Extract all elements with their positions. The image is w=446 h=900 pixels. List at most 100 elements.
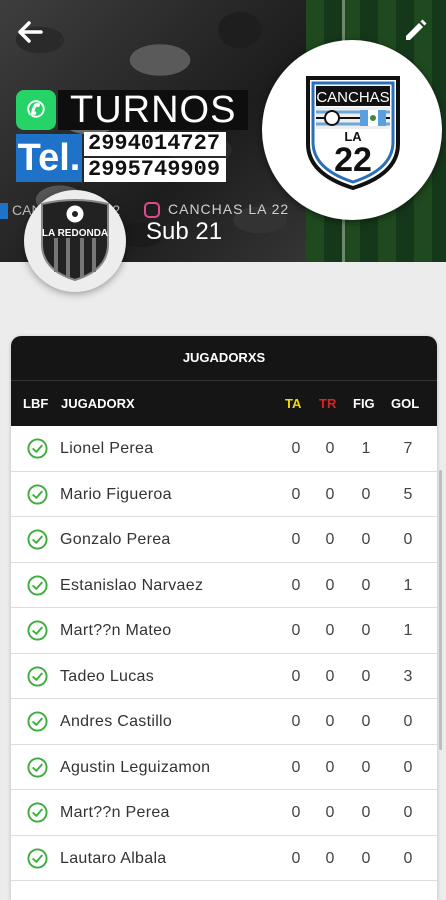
scrollbar[interactable] [439, 470, 442, 750]
shield-number: 22 [334, 141, 372, 179]
check-circle-icon [27, 665, 48, 687]
check-circle-icon [27, 756, 48, 778]
table-title: JUGADORXS [11, 336, 437, 380]
back-button[interactable] [16, 18, 46, 48]
table-row[interactable]: Agustin Leguizamon 0 0 0 0 [11, 744, 437, 790]
yellow-cards-value: 0 [291, 758, 301, 776]
yellow-cards-value: 0 [291, 440, 301, 457]
goals-value: 0 [403, 531, 413, 548]
check-circle-icon [27, 529, 48, 550]
table-row[interactable]: Tadeo Lucas 0 0 0 3 [11, 653, 437, 699]
check-circle-icon [27, 711, 48, 732]
yellow-cards-value: 0 [291, 576, 301, 594]
figure-value: 1 [361, 440, 371, 457]
column-lbf: LBF [23, 396, 49, 411]
goals-value: 1 [403, 622, 413, 639]
column-tr: TR [319, 396, 337, 411]
yellow-cards-value: 0 [291, 667, 301, 685]
goals-value: 3 [403, 667, 413, 685]
player-name: Mart??n Perea [60, 804, 170, 821]
red-cards-value: 0 [325, 485, 335, 503]
canchas-shield-icon: CANCHAS LA 22 [306, 76, 400, 191]
table-row[interactable]: Mario Figueroa 0 0 0 5 [11, 471, 437, 517]
player-rows: Lionel Perea 0 0 1 7 Mario Figueroa 0 0 0 5 Gonzal… [11, 426, 437, 881]
goals-value: 0 [403, 849, 413, 867]
shield-top-text: CANCHAS [316, 89, 389, 106]
red-cards-value: 0 [325, 622, 335, 639]
check-circle-icon [27, 620, 48, 641]
player-name: Lionel Perea [60, 440, 154, 457]
player-name: Estanislao Narvaez [60, 576, 204, 594]
la-redonda-crest-icon [41, 199, 109, 282]
instagram-icon [144, 202, 160, 218]
yellow-cards-value: 0 [291, 622, 301, 639]
table-row[interactable]: Mart??n Mateo 0 0 0 1 [11, 608, 437, 654]
red-cards-value: 0 [325, 713, 335, 730]
arrow-left-icon [18, 21, 43, 43]
figure-value: 0 [361, 713, 371, 730]
table-header-row: LBF JUGADORX TA TR FIG GOL [11, 380, 437, 426]
table-row[interactable]: Lautaro Albala 0 0 0 0 [11, 835, 437, 881]
goals-value: 0 [403, 713, 413, 730]
yellow-cards-value: 0 [291, 713, 301, 730]
column-fig: FIG [353, 396, 375, 411]
check-circle-icon [27, 438, 48, 459]
figure-value: 0 [361, 576, 371, 594]
column-player: JUGADORX [61, 396, 135, 411]
edit-button[interactable] [400, 18, 430, 48]
goals-value: 1 [403, 576, 413, 594]
red-cards-value: 0 [325, 849, 335, 867]
figure-value: 0 [361, 849, 371, 867]
column-gol: GOL [391, 396, 420, 411]
whatsapp-icon: ✆ [16, 90, 56, 130]
facebook-icon [0, 203, 8, 219]
figure-value: 0 [361, 804, 371, 821]
yellow-cards-value: 0 [291, 531, 301, 548]
figure-value: 0 [361, 485, 371, 503]
phone-list: 2994014727 2995749909 [84, 132, 226, 184]
red-cards-value: 0 [325, 576, 335, 594]
table-row[interactable]: Lionel Perea 0 0 1 7 [11, 426, 437, 472]
red-cards-value: 0 [325, 667, 335, 685]
tel-label: Tel. [16, 134, 82, 182]
figure-value: 0 [361, 758, 371, 776]
red-cards-value: 0 [325, 804, 335, 821]
table-row[interactable]: Andres Castillo 0 0 0 0 [11, 699, 437, 745]
player-name: Lautaro Albala [60, 849, 167, 867]
team-category: Sub 21 [146, 218, 223, 245]
player-name: Mart??n Mateo [60, 622, 172, 639]
table-row[interactable]: Estanislao Narvaez 0 0 0 1 [11, 562, 437, 608]
phone-number: 2995749909 [84, 158, 226, 182]
instagram-handle: CANCHAS LA 22 [168, 201, 290, 217]
figure-value: 0 [361, 531, 371, 548]
table-row[interactable]: Mart??n Perea 0 0 0 0 [11, 790, 437, 836]
red-cards-value: 0 [325, 758, 335, 776]
crest-label: LA REDONDA [41, 228, 109, 239]
players-table: JUGADORXS LBF JUGADORX TA TR FIG GOL Lio… [11, 336, 437, 900]
check-circle-icon [27, 802, 48, 823]
team-crest: LA REDONDA [24, 190, 126, 292]
goals-value: 0 [403, 804, 413, 821]
player-name: Agustin Leguizamon [60, 758, 211, 776]
figure-value: 0 [361, 622, 371, 639]
yellow-cards-value: 0 [291, 849, 301, 867]
yellow-cards-value: 0 [291, 804, 301, 821]
check-circle-icon [27, 574, 48, 596]
player-name: Tadeo Lucas [60, 667, 155, 685]
goals-value: 7 [403, 440, 413, 457]
table-row[interactable]: Gonzalo Perea 0 0 0 0 [11, 517, 437, 563]
figure-value: 0 [361, 667, 371, 685]
player-name: Gonzalo Perea [60, 531, 171, 548]
check-circle-icon [27, 847, 48, 869]
check-circle-icon [27, 483, 48, 505]
red-cards-value: 0 [325, 531, 335, 548]
player-name: Mario Figueroa [60, 485, 172, 503]
red-cards-value: 0 [325, 440, 335, 457]
turnos-label: TURNOS [58, 90, 249, 130]
phone-number: 2994014727 [84, 132, 226, 156]
goals-value: 0 [403, 758, 413, 776]
club-logo: CANCHAS LA 22 [262, 40, 442, 220]
pencil-icon [406, 19, 427, 40]
yellow-cards-value: 0 [291, 485, 301, 503]
goals-value: 5 [403, 485, 413, 503]
